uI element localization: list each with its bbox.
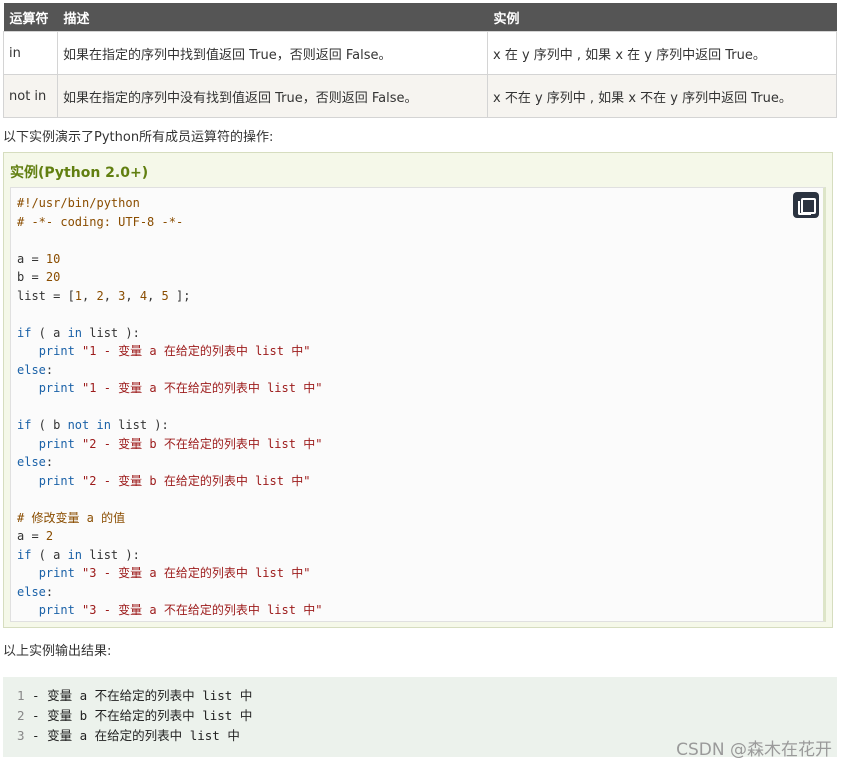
- operator-cell: not in: [3, 74, 58, 118]
- table-row: not in 如果在指定的序列中没有找到值返回 True，否则返回 False。…: [3, 74, 837, 118]
- output-text: - 变量 a 在给定的列表中 list 中: [24, 728, 240, 743]
- example-cell: x 在 y 序列中 , 如果 x 在 y 序列中返回 True。: [487, 31, 837, 75]
- watermark: CSDN @森木在花开: [676, 740, 832, 760]
- code-line: a = 10: [17, 251, 61, 266]
- line-number: 2: [17, 708, 25, 723]
- code-line: if ( b not in list ):: [17, 418, 169, 432]
- output-line: 3 - 变量 a 在给定的列表中 list 中: [17, 728, 240, 743]
- example-cell: x 不在 y 序列中 , 如果 x 不在 y 序列中返回 True。: [487, 74, 837, 118]
- table-row: in 如果在指定的序列中找到值返回 True，否则返回 False。 x 在 y…: [3, 31, 837, 75]
- code-line: #!/usr/bin/python: [17, 196, 140, 210]
- output-line: 2 - 变量 b 不在给定的列表中 list 中: [17, 708, 252, 723]
- header-operator: 运算符: [3, 3, 58, 32]
- example-box: 实例(Python 2.0+) #!/usr/bin/python # -*- …: [3, 152, 833, 628]
- table-header-row: 运算符 描述 实例: [3, 3, 837, 32]
- code-line: else:: [17, 455, 54, 469]
- output-line: 1 - 变量 a 不在给定的列表中 list 中: [17, 688, 252, 703]
- header-description: 描述: [57, 3, 488, 32]
- code-line: a = 2: [17, 529, 54, 543]
- code-line: list = [1, 2, 3, 4, 5 ];: [17, 288, 191, 303]
- example-title: 实例(Python 2.0+): [10, 165, 149, 181]
- code-line: print "3 - 变量 a 不在给定的列表中 list 中": [38, 603, 323, 617]
- description-cell: 如果在指定的序列中没有找到值返回 True，否则返回 False。: [57, 74, 488, 118]
- output-text: - 变量 b 不在给定的列表中 list 中: [24, 708, 253, 723]
- code-line: else:: [17, 584, 54, 599]
- output-intro: 以上实例输出结果:: [3, 644, 112, 659]
- code-line: else:: [17, 362, 54, 377]
- code-line: print "2 - 变量 b 不在给定的列表中 list 中": [38, 436, 323, 451]
- description-cell: 如果在指定的序列中找到值返回 True，否则返回 False。: [57, 31, 488, 75]
- code-line: if ( a in list ):: [17, 325, 140, 340]
- code-line: b = 20: [17, 270, 61, 284]
- code-line: if ( a in list ):: [17, 547, 140, 562]
- code-line: print "3 - 变量 a 在给定的列表中 list 中": [38, 566, 311, 580]
- code-line: print "2 - 变量 b 在给定的列表中 list 中": [38, 473, 311, 488]
- line-number: 1: [17, 688, 25, 703]
- operators-table: 运算符 描述 实例 in 如果在指定的序列中找到值返回 True，否则返回 Fa…: [3, 3, 837, 118]
- code-line: print "1 - 变量 a 不在给定的列表中 list 中": [38, 381, 323, 395]
- output-text: - 变量 a 不在给定的列表中 list 中: [24, 688, 253, 703]
- code-lines: #!/usr/bin/python # -*- coding: UTF-8 -*…: [17, 194, 322, 620]
- code-line: # 修改变量 a 的值: [17, 510, 126, 525]
- output-lines: 1 - 变量 a 不在给定的列表中 list 中 2 - 变量 b 不在给定的列…: [17, 686, 252, 746]
- intro-text: 以下实例演示了Python所有成员运算符的操作:: [3, 130, 274, 145]
- operator-cell: in: [3, 31, 58, 75]
- code-block[interactable]: #!/usr/bin/python # -*- coding: UTF-8 -*…: [10, 187, 826, 622]
- copy-button[interactable]: [793, 192, 819, 218]
- code-line: # -*- coding: UTF-8 -*-: [17, 214, 184, 229]
- line-number: 3: [17, 728, 25, 743]
- header-example: 实例: [487, 3, 837, 32]
- code-line: print "1 - 变量 a 在给定的列表中 list 中": [38, 344, 311, 358]
